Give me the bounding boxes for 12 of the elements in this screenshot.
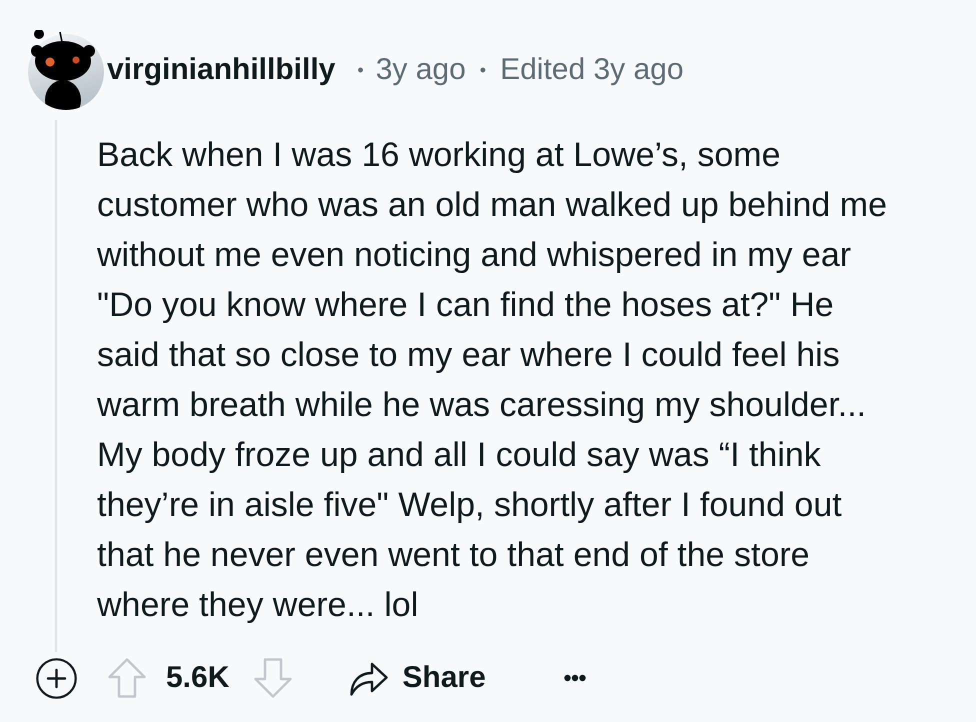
share-arrow-icon xyxy=(350,660,388,696)
share-button[interactable]: Share xyxy=(350,660,486,696)
comment-text: Back when I was 16 working at Lowe’s, some customer who was an old man walked up behind me without me even noticing and whispered in my ear "Do you know where I can find the hoses at?" He said that so close to my ear where I could feel his warm breath while he was caressing my shoulder... My body froze up and all I could say was “I think they’re in aisle five" Welp, shortly after I found out that he never even went to that end of the store where they were... lol xyxy=(97,135,887,626)
more-options-icon[interactable] xyxy=(564,674,586,682)
username-link[interactable]: virginianhillbilly xyxy=(107,53,336,87)
separator-dot: • xyxy=(480,60,486,80)
timestamp: 3y ago xyxy=(376,53,466,87)
expand-plus-icon[interactable] xyxy=(36,658,77,698)
avatar-icon xyxy=(26,30,106,110)
vote-count: 5.6K xyxy=(166,661,230,695)
edited-label: Edited 3y ago xyxy=(500,53,684,87)
separator-dot: • xyxy=(357,60,364,80)
